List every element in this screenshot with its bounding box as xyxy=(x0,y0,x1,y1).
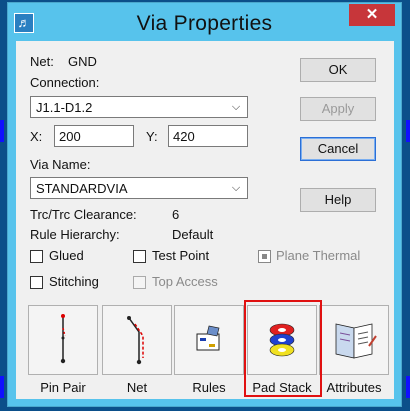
glued-checkbox[interactable] xyxy=(30,250,43,263)
chevron-down-icon: ⌵ xyxy=(231,182,241,194)
top-access-checkbox[interactable] xyxy=(133,276,146,289)
net-button[interactable] xyxy=(102,305,172,375)
connection-value: J1.1-D1.2 xyxy=(36,100,93,115)
background-edge xyxy=(406,120,410,142)
glued-label: Glued xyxy=(49,248,84,263)
title-bar[interactable]: ♬ Via Properties ✕ xyxy=(8,3,401,43)
pad-stack-highlight-box xyxy=(244,300,322,397)
rule-hierarchy-value: Default xyxy=(172,227,214,242)
ok-button[interactable]: OK xyxy=(300,58,376,82)
net-label: Net: xyxy=(30,54,54,69)
test-point-label: Test Point xyxy=(152,248,210,263)
pin-pair-icon xyxy=(60,314,66,364)
stitching-checkbox[interactable] xyxy=(30,276,43,289)
net-icon xyxy=(127,316,144,365)
apply-button[interactable]: Apply xyxy=(300,97,376,121)
cancel-button[interactable]: Cancel xyxy=(300,137,376,161)
background-edge xyxy=(0,120,4,142)
window-title: Via Properties xyxy=(136,12,273,35)
close-button[interactable]: ✕ xyxy=(349,4,395,26)
connection-dropdown[interactable]: J1.1-D1.2 ⌵ xyxy=(30,96,248,118)
attributes-label: Attributes xyxy=(326,380,382,395)
plane-thermal-checkbox[interactable] xyxy=(258,250,271,263)
background-edge xyxy=(406,376,410,398)
rules-icon xyxy=(196,325,220,351)
chevron-down-icon: ⌵ xyxy=(231,101,241,113)
via-name-label: Via Name: xyxy=(30,157,91,172)
net-label-text: Net xyxy=(126,380,148,395)
dialog-body: Net: GND Connection: J1.1-D1.2 ⌵ X: 200 … xyxy=(16,41,394,399)
via-properties-dialog: ♬ Via Properties ✕ Net: GND Connection: … xyxy=(7,2,402,407)
attributes-button[interactable] xyxy=(319,305,389,375)
test-point-checkbox[interactable] xyxy=(133,250,146,263)
background-edge xyxy=(0,376,4,398)
x-label: X: xyxy=(30,129,43,144)
via-name-dropdown[interactable]: STANDARDVIA ⌵ xyxy=(30,177,248,199)
y-label: Y: xyxy=(146,129,158,144)
connection-label: Connection: xyxy=(30,75,100,90)
x-input[interactable]: 200 xyxy=(54,125,134,147)
rules-button[interactable] xyxy=(174,305,244,375)
top-access-label: Top Access xyxy=(152,274,218,289)
pin-pair-label: Pin Pair xyxy=(40,380,86,395)
y-input[interactable]: 420 xyxy=(168,125,248,147)
pin-pair-button[interactable] xyxy=(28,305,98,375)
attributes-icon xyxy=(335,323,377,359)
help-button[interactable]: Help xyxy=(300,188,376,212)
stitching-label: Stitching xyxy=(49,274,99,289)
rule-hierarchy-label: Rule Hierarchy: xyxy=(30,227,120,242)
rules-label: Rules xyxy=(192,380,226,395)
via-name-value: STANDARDVIA xyxy=(36,181,128,196)
net-value: GND xyxy=(68,54,97,69)
clearance-value: 6 xyxy=(172,207,180,222)
plane-thermal-label: Plane Thermal xyxy=(276,248,361,263)
clearance-label: Trc/Trc Clearance: xyxy=(30,207,137,222)
